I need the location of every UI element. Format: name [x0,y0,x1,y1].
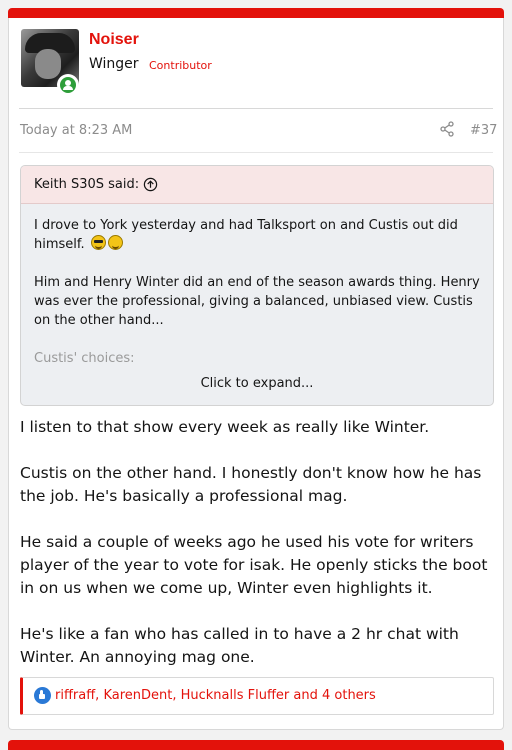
user-header: Noiser Winger Contributor [9,18,503,108]
quote-paragraph: Him and Henry Winter did an end of the s… [34,275,480,328]
quote-faded-text: Custis' choices: [34,351,135,366]
cool-smiley-icon [90,235,106,250]
username-link[interactable]: Noiser [89,31,139,49]
quote-content: I drove to York yesterday and had Talksp… [34,216,484,387]
message-paragraph: I listen to that show every week as real… [20,418,430,436]
message-paragraph: He said a couple of weeks ago he used hi… [20,533,488,597]
message-paragraph: Custis on the other hand. I honestly don… [20,464,482,505]
online-status-icon [57,74,79,96]
like-icon [34,687,51,704]
message-paragraph: He's like a fan who has called in to hav… [20,625,459,666]
avatar-face [35,49,61,79]
quote-author-link[interactable]: Keith S30S said: [34,177,139,192]
user-title: Winger [89,56,139,72]
post-number-link[interactable]: #37 [470,123,497,138]
next-post-accent-bar [8,740,504,750]
divider [19,108,493,109]
share-icon[interactable] [439,121,455,137]
laughing-smiley-icon [107,235,123,250]
post-message: I listen to that show every week as real… [20,416,496,692]
divider [19,152,493,153]
arrow-up-circle-icon[interactable] [143,177,158,192]
quote-block: Keith S30S said: I drove to York yesterd… [20,165,494,406]
post-date-link[interactable]: Today at 8:23 AM [20,123,132,138]
quote-header: Keith S30S said: [21,166,493,204]
reactions-list-link[interactable]: riffraff, KarenDent, Hucknalls Fluffer a… [55,688,376,703]
click-to-expand-link[interactable]: Click to expand... [21,376,493,391]
user-banner: Contributor [149,59,212,72]
reactions-bar[interactable]: riffraff, KarenDent, Hucknalls Fluffer a… [20,677,494,715]
post-card: Noiser Winger Contributor Today at 8:23 … [8,18,504,730]
